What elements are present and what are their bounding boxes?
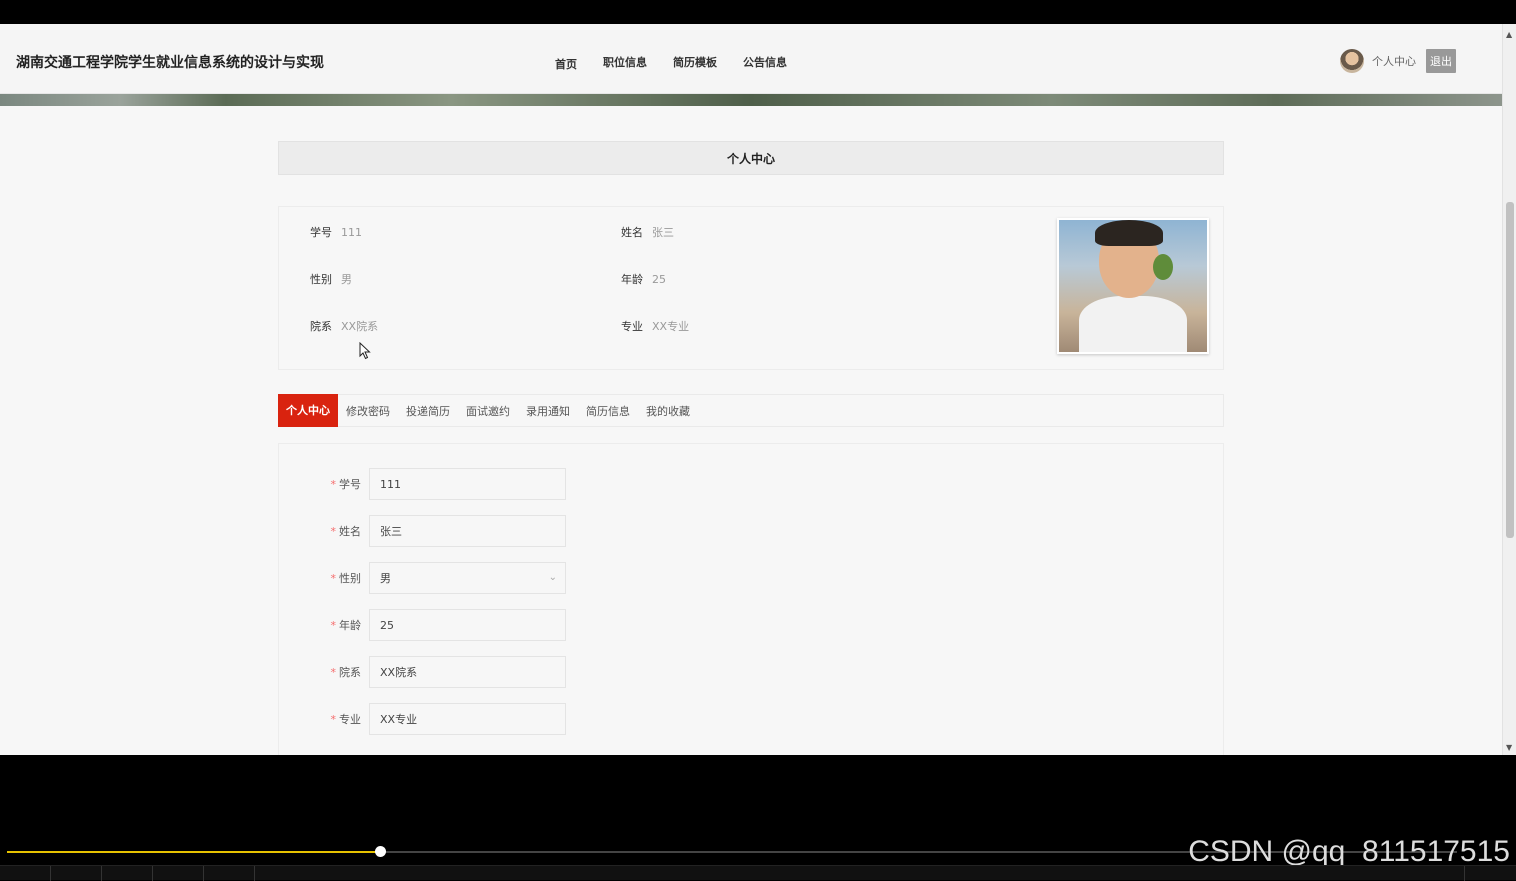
form-row-department: * 院系 XX院系 bbox=[279, 656, 566, 688]
gender-select-value: 男 bbox=[380, 572, 391, 585]
form-label: * 性别 bbox=[279, 570, 369, 586]
student-id-field[interactable]: 111 bbox=[369, 468, 566, 500]
major-label: 专业 bbox=[621, 320, 643, 333]
nav-resume-templates[interactable]: 简历模板 bbox=[673, 54, 717, 72]
chevron-down-icon: ⌄ bbox=[548, 572, 557, 583]
form-label: * 院系 bbox=[279, 664, 369, 680]
profile-gender: 性别男 bbox=[310, 271, 352, 287]
video-player-bar: CSDN @qq_811517515 bbox=[0, 755, 1516, 881]
nav-jobs[interactable]: 职位信息 bbox=[603, 54, 647, 72]
form-label: * 姓名 bbox=[279, 523, 369, 539]
tab-change-password[interactable]: 修改密码 bbox=[338, 395, 398, 426]
profile-department: 院系 XX院系 bbox=[310, 318, 378, 334]
name-field[interactable]: 张三 bbox=[369, 515, 566, 547]
department-field-label: 院系 bbox=[339, 666, 361, 679]
major-field[interactable]: XX专业 bbox=[369, 703, 566, 735]
vertical-scrollbar[interactable]: ▲ ▼ bbox=[1502, 24, 1516, 755]
progress-knob[interactable] bbox=[374, 846, 386, 857]
form-row-major: * 专业 XX专业 bbox=[279, 703, 566, 735]
form-label: * 学号 bbox=[279, 476, 369, 492]
site-header: 湖南交通工程学院学生就业信息系统的设计与实现 首页 职位信息 简历模板 公告信息… bbox=[0, 24, 1502, 94]
tab-submit-resume[interactable]: 投递简历 bbox=[398, 395, 458, 426]
form-label: * 年龄 bbox=[279, 617, 369, 633]
age-label: 年龄 bbox=[621, 273, 643, 286]
top-black-bar bbox=[0, 0, 1516, 24]
site-title: 湖南交通工程学院学生就业信息系统的设计与实现 bbox=[16, 55, 324, 71]
form-row-name: * 姓名 张三 bbox=[279, 515, 566, 547]
gender-value: 男 bbox=[341, 273, 352, 286]
scrollbar-thumb[interactable] bbox=[1506, 202, 1514, 538]
required-mark: * bbox=[330, 478, 337, 491]
nav-home[interactable]: 首页 bbox=[555, 56, 577, 72]
age-field-label: 年龄 bbox=[339, 619, 361, 632]
name-value: 张三 bbox=[652, 226, 674, 239]
student-id-label: 学号 bbox=[310, 226, 332, 239]
control-divider bbox=[101, 866, 102, 881]
profile-form: * 学号 111 * 姓名 张三 * 性别 男 ⌄ * 年龄 25 * 院系 XX院系 *… bbox=[278, 443, 1224, 755]
required-mark: * bbox=[330, 619, 337, 632]
logout-button[interactable]: 退出 bbox=[1426, 49, 1456, 73]
gender-field-label: 性别 bbox=[339, 572, 361, 585]
student-id-field-label: 学号 bbox=[339, 478, 361, 491]
department-field[interactable]: XX院系 bbox=[369, 656, 566, 688]
profile-student-id: 学号 111 bbox=[310, 224, 362, 240]
watermark: CSDN @qq_811517515 bbox=[1188, 835, 1510, 868]
photo-cap bbox=[1153, 254, 1173, 280]
name-field-label: 姓名 bbox=[339, 525, 361, 538]
major-field-label: 专业 bbox=[339, 713, 361, 726]
photo-body bbox=[1079, 296, 1187, 352]
age-field[interactable]: 25 bbox=[369, 609, 566, 641]
age-value: 25 bbox=[652, 273, 666, 286]
progress-fill bbox=[7, 851, 380, 853]
required-mark: * bbox=[330, 525, 337, 538]
control-divider bbox=[1464, 866, 1465, 881]
tab-interview-invites[interactable]: 面试邀约 bbox=[458, 395, 518, 426]
profile-name: 姓名 张三 bbox=[621, 224, 674, 240]
profile-card: 学号 111 姓名 张三 性别男 年龄 25 院系 XX院系 专业 XX专业 bbox=[278, 206, 1224, 370]
form-label: * 专业 bbox=[279, 711, 369, 727]
control-divider bbox=[203, 866, 204, 881]
form-row-student-id: * 学号 111 bbox=[279, 468, 566, 500]
required-mark: * bbox=[330, 572, 337, 585]
user-area: 个人中心 退出 bbox=[1340, 49, 1456, 73]
photo-hair bbox=[1095, 220, 1163, 246]
page-title: 个人中心 bbox=[278, 141, 1224, 175]
form-row-gender: * 性别 男 ⌄ bbox=[279, 562, 566, 594]
name-label: 姓名 bbox=[621, 226, 643, 239]
profile-major: 专业 XX专业 bbox=[621, 318, 689, 334]
profile-photo bbox=[1057, 218, 1209, 354]
browser-viewport: 湖南交通工程学院学生就业信息系统的设计与实现 首页 职位信息 简历模板 公告信息… bbox=[0, 24, 1516, 755]
avatar[interactable] bbox=[1340, 49, 1364, 73]
user-center-link[interactable]: 个人中心 bbox=[1372, 53, 1416, 69]
mouse-cursor-icon bbox=[359, 342, 371, 360]
gender-label: 性别 bbox=[310, 273, 332, 286]
nav-announcements[interactable]: 公告信息 bbox=[743, 54, 787, 72]
tab-favorites[interactable]: 我的收藏 bbox=[638, 395, 698, 426]
control-divider bbox=[152, 866, 153, 881]
control-divider bbox=[254, 866, 255, 881]
tab-profile[interactable]: 个人中心 bbox=[278, 393, 338, 427]
scroll-down-icon[interactable]: ▼ bbox=[1506, 743, 1512, 752]
tab-resume-info[interactable]: 简历信息 bbox=[578, 395, 638, 426]
required-mark: * bbox=[330, 666, 337, 679]
control-divider bbox=[50, 866, 51, 881]
form-row-age: * 年龄 25 bbox=[279, 609, 566, 641]
department-value: XX院系 bbox=[341, 320, 379, 333]
banner-image-strip bbox=[0, 94, 1502, 106]
major-value: XX专业 bbox=[652, 320, 690, 333]
gender-select[interactable]: 男 ⌄ bbox=[369, 562, 566, 594]
profile-tabs: 个人中心 修改密码 投递简历 面试邀约 录用通知 简历信息 我的收藏 bbox=[278, 393, 1224, 427]
scroll-up-icon[interactable]: ▲ bbox=[1506, 30, 1512, 39]
tab-offer-notices[interactable]: 录用通知 bbox=[518, 395, 578, 426]
player-controls bbox=[0, 865, 1516, 881]
department-label: 院系 bbox=[310, 320, 332, 333]
required-mark: * bbox=[330, 713, 337, 726]
main-nav: 首页 职位信息 简历模板 公告信息 bbox=[555, 54, 813, 72]
profile-age: 年龄 25 bbox=[621, 271, 666, 287]
student-id-value: 111 bbox=[341, 226, 362, 239]
